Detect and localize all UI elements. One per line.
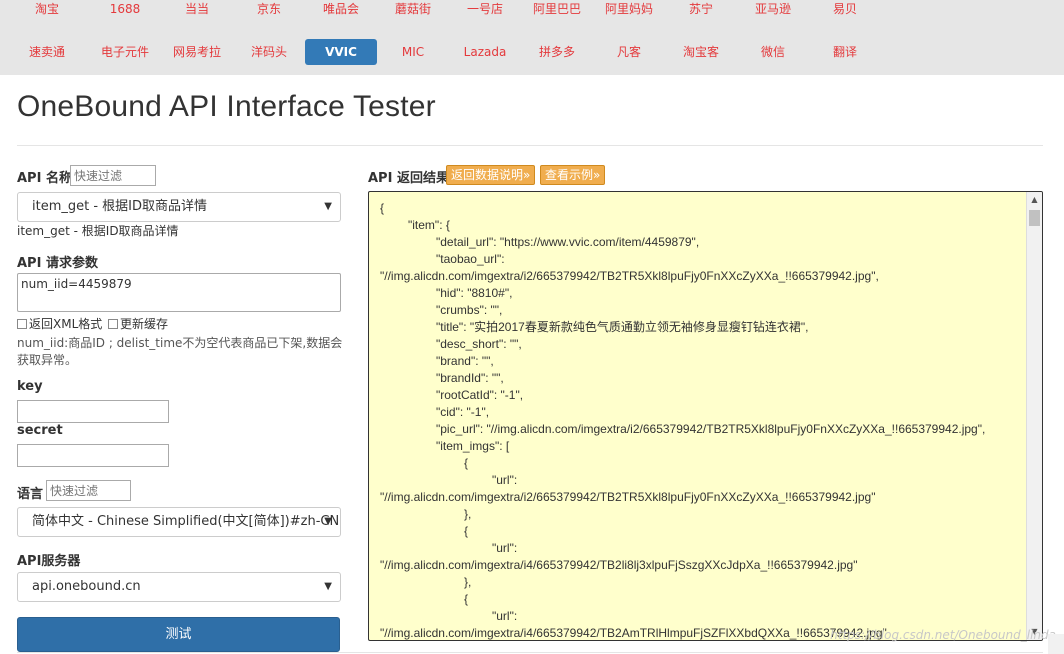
json-line: "pic_url": "//img.alicdn.com/imgextra/i2… xyxy=(436,422,986,436)
secret-label: secret xyxy=(17,423,63,438)
key-label: key xyxy=(17,379,43,394)
json-line: "url": xyxy=(492,541,518,555)
server-select-value: api.onebound.cn xyxy=(32,579,141,594)
checkbox-box[interactable] xyxy=(17,318,27,329)
params-textarea[interactable]: num_iid=4459879 xyxy=(17,273,341,312)
nav-link[interactable]: 微信 xyxy=(737,39,809,65)
nav-row-1: 淘宝 1688 当当 京东 唯品会 蘑菇街 一号店 阿里巴巴 阿里妈妈 苏宁 亚马逊 易贝 xyxy=(0,0,1064,22)
json-line: { xyxy=(380,201,385,215)
nav-link[interactable]: 易贝 xyxy=(809,0,881,22)
api-select[interactable]: item_get - 根据ID取商品详情 ▼ xyxy=(17,192,341,222)
window-corner xyxy=(1048,634,1064,654)
nav-link[interactable]: 淘宝客 xyxy=(665,39,737,65)
params-value: num_iid=4459879 xyxy=(21,277,132,291)
language-filter-input[interactable] xyxy=(46,480,131,501)
test-button[interactable]: 测试 xyxy=(17,617,340,652)
result-panel[interactable]: { "item": { "detail_url": "https://www.vvi… xyxy=(368,191,1043,641)
nav-link[interactable]: 亚马逊 xyxy=(737,0,809,22)
nav-link[interactable]: 电子元件 xyxy=(89,39,161,65)
xml-format-checkbox[interactable]: 返回XML格式 xyxy=(17,315,102,332)
nav-link[interactable]: 唯品会 xyxy=(305,0,377,22)
nav-link[interactable]: 拼多多 xyxy=(521,39,593,65)
nav-link[interactable]: Lazada xyxy=(449,39,521,65)
api-select-value: item_get - 根据ID取商品详情 xyxy=(32,199,208,214)
nav-link[interactable]: 洋码头 xyxy=(233,39,305,65)
top-navigation: 淘宝 1688 当当 京东 唯品会 蘑菇街 一号店 阿里巴巴 阿里妈妈 苏宁 亚马逊 易贝 速卖通 电子… xyxy=(0,0,1064,75)
response-doc-button[interactable]: 返回数据说明» xyxy=(446,165,536,185)
json-line: "url": xyxy=(492,609,518,623)
nav-link[interactable]: 凡客 xyxy=(593,39,665,65)
json-line: { xyxy=(464,456,469,470)
json-line: "title": "实拍2017春夏新款纯色气质通勤立领无袖修身显瘦钉钻连衣裙"… xyxy=(436,320,809,334)
nav-link[interactable]: 速卖通 xyxy=(11,39,83,65)
watermark: https://blog.csdn.net/Onebound_linda xyxy=(830,628,1056,642)
server-select[interactable]: api.onebound.cn ▼ xyxy=(17,572,341,602)
json-line: "url": xyxy=(492,473,518,487)
nav-link[interactable]: VVIC xyxy=(305,39,377,65)
update-cache-label: 更新缓存 xyxy=(120,317,169,331)
nav-row-2: 速卖通 电子元件 网易考拉 洋码头 VVIC MIC Lazada 拼多多 凡客 淘宝客 微信 翻译 xyxy=(0,39,1064,65)
json-line: "taobao_url": xyxy=(436,252,505,266)
json-line: "item_imgs": [ xyxy=(436,439,510,453)
json-line: }, xyxy=(464,507,472,521)
json-line: "//img.alicdn.com/imgextra/i4/665379942/… xyxy=(380,558,858,572)
json-line: }, xyxy=(464,575,472,589)
api-name-label: API 名称 xyxy=(17,171,72,186)
nav-link[interactable]: 蘑菇街 xyxy=(377,0,449,22)
view-example-button[interactable]: 查看示例» xyxy=(540,165,606,185)
api-description: item_get - 根据ID取商品详情 xyxy=(17,224,179,238)
dropdown-arrow-icon: ▼ xyxy=(324,516,332,527)
json-line: "brandId": "", xyxy=(436,371,504,385)
nav-link[interactable]: 苏宁 xyxy=(665,0,737,22)
checkbox-box[interactable] xyxy=(108,318,118,329)
server-label: API服务器 xyxy=(17,554,81,569)
json-line: "item": { xyxy=(408,218,450,232)
language-select[interactable]: 简体中文 - Chinese Simplified(中文[简体])#zh-CN … xyxy=(17,507,341,537)
divider xyxy=(17,652,1043,653)
scroll-thumb[interactable] xyxy=(1029,210,1040,226)
secret-input[interactable] xyxy=(17,444,169,467)
scroll-up-icon[interactable]: ▲ xyxy=(1027,192,1042,208)
page-title: OneBound API Interface Tester xyxy=(17,90,436,123)
json-line: { xyxy=(464,592,469,606)
nav-link[interactable]: 一号店 xyxy=(449,0,521,22)
nav-link[interactable]: MIC xyxy=(377,39,449,65)
api-filter-input[interactable] xyxy=(70,165,156,186)
json-line: "//img.alicdn.com/imgextra/i2/665379942/… xyxy=(380,490,876,504)
param-description: num_iid:商品ID ; delist_time不为空代表商品已下架,数据会… xyxy=(17,336,343,367)
nav-link[interactable]: 淘宝 xyxy=(11,0,83,22)
result-json: { "item": { "detail_url": "https://www.vvi… xyxy=(380,200,986,640)
json-line: "hid": "8810#", xyxy=(436,286,513,300)
json-line: "crumbs": "", xyxy=(436,303,503,317)
json-line: { xyxy=(464,524,469,538)
json-line: "desc_short": "", xyxy=(436,337,522,351)
language-label: 语言 xyxy=(17,487,44,502)
result-label: API 返回结果 xyxy=(368,171,449,186)
vertical-scrollbar[interactable]: ▲ ▼ xyxy=(1026,192,1042,640)
update-cache-checkbox[interactable]: 更新缓存 xyxy=(108,315,168,332)
nav-link[interactable]: 翻译 xyxy=(809,39,881,65)
nav-link[interactable]: 1688 xyxy=(89,0,161,22)
params-label: API 请求参数 xyxy=(17,256,98,271)
nav-link[interactable]: 京东 xyxy=(233,0,305,22)
dropdown-arrow-icon: ▼ xyxy=(324,201,332,212)
json-line: "detail_url": "https://www.vvic.com/item… xyxy=(436,235,700,249)
nav-link[interactable]: 网易考拉 xyxy=(161,39,233,65)
nav-link[interactable]: 阿里巴巴 xyxy=(521,0,593,22)
json-line: "//img.alicdn.com/imgextra/i2/665379942/… xyxy=(380,269,879,283)
nav-link[interactable]: 当当 xyxy=(161,0,233,22)
divider xyxy=(17,145,1043,146)
json-line: "brand": "", xyxy=(436,354,494,368)
nav-link[interactable]: 阿里妈妈 xyxy=(593,0,665,22)
json-line: "rootCatId": "-1", xyxy=(436,388,524,402)
dropdown-arrow-icon: ▼ xyxy=(324,581,332,592)
language-select-value: 简体中文 - Chinese Simplified(中文[简体])#zh-CN xyxy=(32,514,340,529)
json-line: "cid": "-1", xyxy=(436,405,490,419)
xml-format-label: 返回XML格式 xyxy=(29,317,103,331)
key-input[interactable] xyxy=(17,400,169,423)
